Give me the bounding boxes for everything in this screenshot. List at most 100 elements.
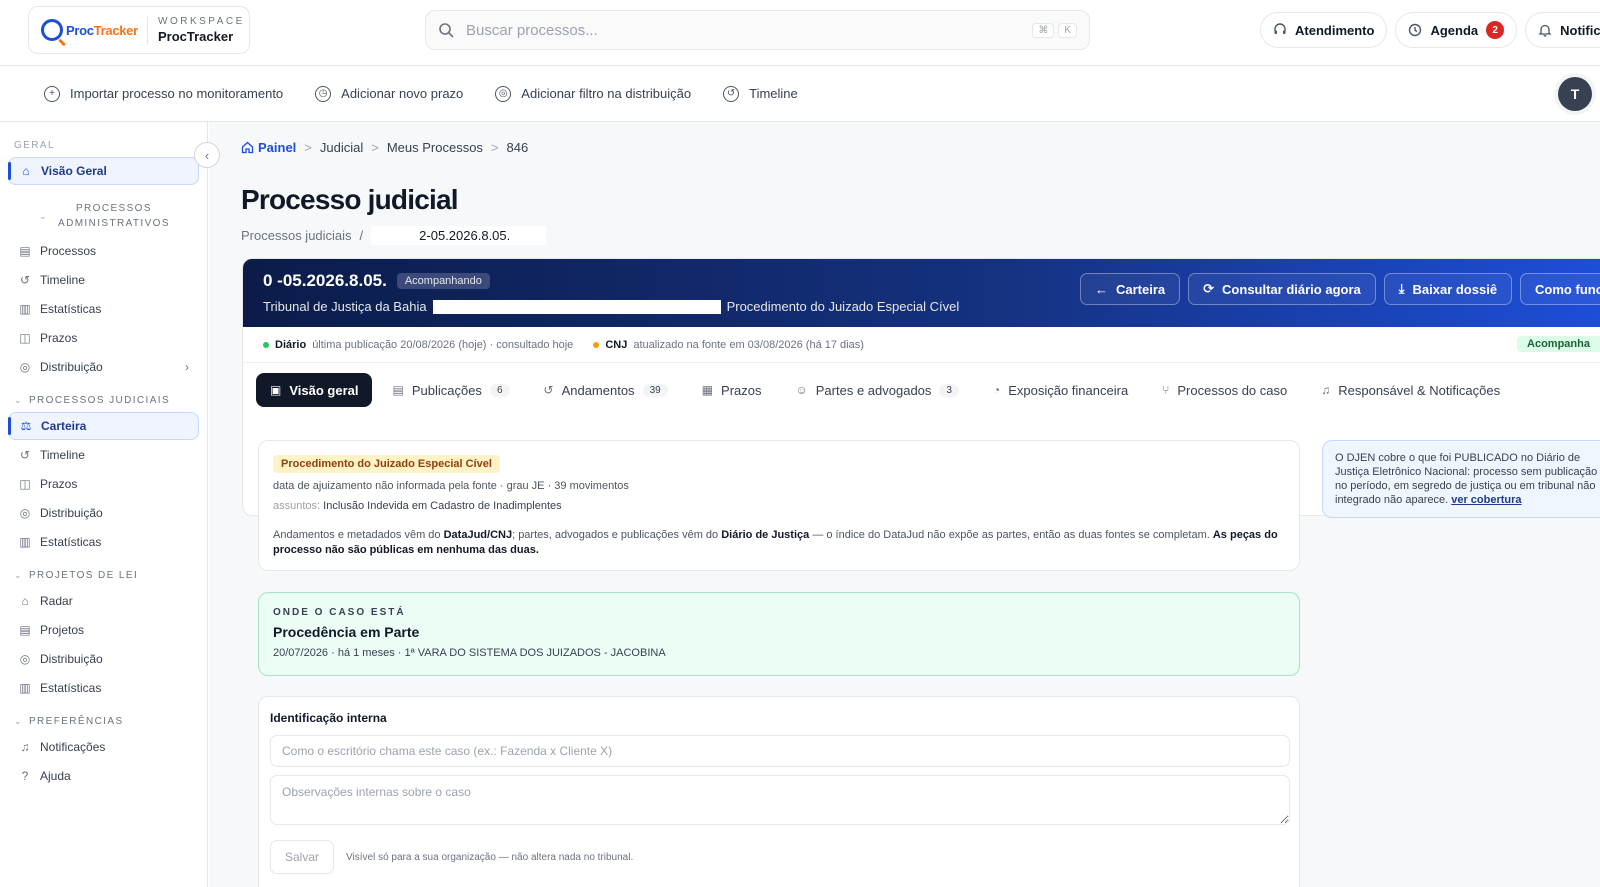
bar-chart-icon: ▥	[19, 535, 31, 549]
save-button[interactable]: Salvar	[270, 840, 335, 874]
tab-visao-geral[interactable]: ▣ Visão geral	[256, 373, 373, 407]
document-icon: ▤	[19, 623, 31, 637]
history-icon: ↺	[543, 383, 554, 397]
download-icon: ⤓	[1398, 281, 1405, 296]
quick-action-bar: + Importar processo no monitoramento ◷ A…	[0, 66, 1600, 122]
sidebar-item-lei-estatisticas[interactable]: ▥ Estatísticas	[8, 674, 199, 702]
overview-icon: ▣	[270, 383, 282, 397]
sidebar-section-preferencias[interactable]: ⌄ PREFERÊNCIAS	[8, 716, 199, 727]
breadcrumb: Painel > Judicial > Meus Processos > 846	[241, 140, 528, 155]
adicionar-filtro-button[interactable]: ◎ Adicionar filtro na distribuição	[495, 85, 691, 102]
sidebar: GERAL ⌂ Visão Geral ⌄ PROCESSOS ADMINIST…	[0, 122, 208, 887]
tab-count: 6	[489, 383, 510, 397]
clock-icon	[1409, 23, 1422, 37]
sidebar-item-adm-estatisticas[interactable]: ▥ Estatísticas	[8, 295, 199, 323]
visibility-note: Visível só para a sua organização — não …	[346, 851, 634, 863]
sidebar-section-administrativos[interactable]: ⌄ PROCESSOS ADMINISTRATIVOS	[8, 201, 199, 231]
djen-coverage-note: O DJEN cobre o que foi PUBLICADO no Diár…	[1322, 440, 1600, 518]
sidebar-item-projetos[interactable]: ▤ Projetos	[8, 616, 199, 644]
consultar-diario-button[interactable]: ⟳ Consultar diário agora	[1188, 273, 1376, 305]
bell-icon: ♫	[1321, 383, 1331, 397]
tab-responsavel-notificacoes[interactable]: ♫ Responsável & Notificações	[1307, 373, 1514, 407]
document-icon: ▤	[19, 244, 31, 258]
tab-publicacoes[interactable]: ▤ Publicações 6	[378, 373, 523, 407]
sidebar-item-adm-distribuicao[interactable]: ◎ Distribuição ›	[8, 353, 199, 381]
headset-icon	[1274, 23, 1286, 34]
cnj-status: CNJ atualizado na fonte em 03/08/2026 (h…	[593, 339, 864, 351]
sidebar-section-projetos-lei[interactable]: ⌄ PROJETOS DE LEI	[8, 570, 199, 581]
como-funciona-button[interactable]: Como funcio	[1520, 273, 1600, 305]
sidebar-item-ajuda[interactable]: ? Ajuda	[8, 762, 199, 790]
tab-processos-caso[interactable]: ⑂ Processos do caso	[1148, 373, 1301, 407]
sidebar-item-adm-timeline[interactable]: ↺ Timeline	[8, 266, 199, 294]
sidebar-item-adm-processos[interactable]: ▤ Processos	[8, 237, 199, 265]
case-nickname-input[interactable]	[270, 735, 1290, 767]
user-avatar[interactable]: T	[1558, 77, 1592, 111]
sidebar-collapse-button[interactable]: ‹	[194, 142, 220, 168]
breadcrumb-meus-processos[interactable]: Meus Processos	[387, 140, 483, 155]
chevron-right-icon: ›	[185, 360, 189, 374]
landmark-icon: ⌂	[21, 594, 29, 608]
home-icon	[241, 141, 254, 154]
search-shortcut: ⌘ K	[1032, 22, 1077, 38]
internal-notes-textarea[interactable]	[270, 775, 1290, 825]
radar-icon: ◎	[19, 506, 31, 520]
sidebar-section-geral: GERAL	[14, 140, 55, 151]
tab-count: 39	[642, 383, 668, 397]
case-meta: data de ajuizamento não informada pela f…	[273, 480, 629, 492]
status-dot-green	[263, 341, 269, 348]
breadcrumb-judicial[interactable]: Judicial	[320, 140, 363, 155]
bar-chart-icon: ▥	[19, 302, 31, 316]
breadcrumb-home[interactable]: Painel	[241, 140, 296, 155]
adicionar-prazo-button[interactable]: ◷ Adicionar novo prazo	[315, 85, 463, 102]
sources-note: Andamentos e metadados vêm do DataJud/CN…	[273, 529, 1278, 556]
subtitle-link[interactable]: Processos judiciais	[241, 228, 352, 243]
case-tabs: ▣ Visão geral ▤ Publicações 6 ↺ Andament…	[243, 363, 1600, 417]
breadcrumb-current: 846	[506, 140, 529, 155]
history-icon: ↺	[19, 273, 31, 287]
arrow-left-icon: ←	[1095, 281, 1108, 297]
ver-cobertura-link[interactable]: ver cobertura	[1451, 494, 1521, 506]
sidebar-section-judiciais[interactable]: ⌄ PROCESSOS JUDICIAIS	[8, 395, 199, 406]
tab-partes-advogados[interactable]: ☺ Partes e advogados 3	[782, 373, 973, 407]
radar-icon: ◎	[495, 85, 512, 102]
sidebar-item-adm-prazos[interactable]: ◫ Prazos	[8, 324, 199, 352]
sidebar-item-jud-distribuicao[interactable]: ◎ Distribuição	[8, 499, 199, 527]
court-name: Tribunal de Justiça da Bahia	[263, 299, 427, 314]
agenda-button[interactable]: Agenda 2	[1395, 12, 1518, 48]
git-branch-icon: ⑂	[1162, 383, 1170, 397]
calendar-icon: ▦	[701, 383, 714, 397]
sidebar-item-notificacoes[interactable]: ♫ Notificações	[8, 733, 199, 761]
history-icon: ↺	[19, 448, 31, 462]
sidebar-item-carteira[interactable]: ⚖ Carteira	[8, 412, 199, 440]
sidebar-item-jud-estatisticas[interactable]: ▥ Estatísticas	[8, 528, 199, 556]
carteira-button[interactable]: ← Carteira	[1080, 273, 1181, 305]
atendimento-button[interactable]: Atendimento	[1260, 12, 1388, 48]
sidebar-item-jud-timeline[interactable]: ↺ Timeline	[8, 441, 199, 469]
notificacoes-button[interactable]: Notificaçõe	[1525, 12, 1600, 48]
users-icon: ☺	[795, 383, 808, 397]
home-icon: ⌂	[22, 164, 30, 178]
sidebar-item-lei-distribuicao[interactable]: ◎ Distribuição	[8, 645, 199, 673]
workspace-name: ProcTracker	[158, 29, 234, 44]
baixar-dossie-button[interactable]: ⤓ Baixar dossiê	[1383, 273, 1513, 305]
workspace-switcher[interactable]: ProcTracker WORKSPACE ProcTracker	[28, 6, 250, 54]
refresh-icon: ⟳	[1203, 281, 1215, 296]
case-location-card: ONDE O CASO ESTÁ Procedência em Parte 20…	[258, 592, 1300, 676]
bell-icon	[1538, 24, 1552, 37]
tab-exposicao-financeira[interactable]: ◔ Exposição financeira	[979, 373, 1142, 407]
procedure-type: Procedimento do Juizado Especial Cível	[726, 299, 960, 314]
timeline-button[interactable]: ↺ Timeline	[723, 85, 798, 102]
case-stage: Procedência em Parte	[273, 624, 420, 640]
tab-prazos[interactable]: ▦ Prazos	[688, 373, 776, 407]
proctracker-logo: ProcTracker	[29, 19, 147, 41]
sidebar-item-jud-prazos[interactable]: ◫ Prazos	[8, 470, 199, 498]
scale-icon: ⚖	[20, 419, 32, 433]
search-input[interactable]	[466, 21, 1033, 39]
internal-id-card: Identificação interna Salvar Visível só …	[258, 696, 1300, 887]
tab-andamentos[interactable]: ↺ Andamentos 39	[530, 373, 682, 407]
sidebar-item-visao-geral[interactable]: ⌂ Visão Geral	[8, 157, 199, 185]
sidebar-item-radar[interactable]: ⌂ Radar	[8, 587, 199, 615]
importar-processo-button[interactable]: + Importar processo no monitoramento	[44, 85, 283, 102]
case-number: 0 -05.2026.8.05.	[263, 271, 387, 290]
